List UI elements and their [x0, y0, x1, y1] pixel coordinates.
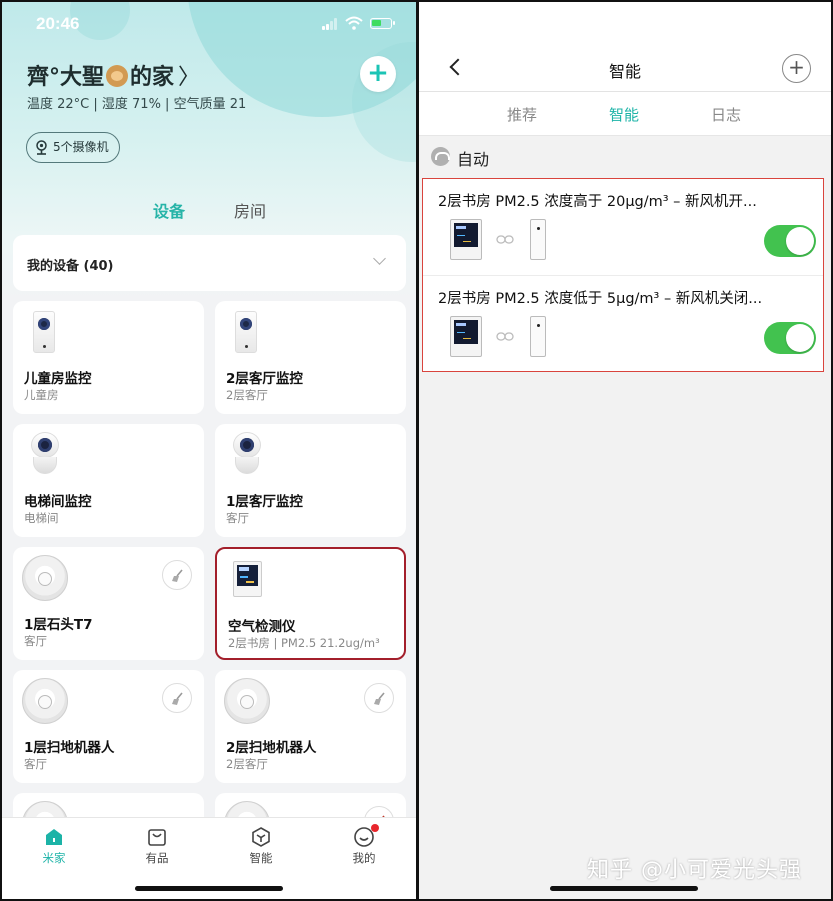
device-room: 儿童房: [24, 388, 59, 402]
battery-icon: [370, 18, 395, 29]
tab-smart[interactable]: 智能: [609, 104, 639, 125]
tab-log[interactable]: 日志: [711, 104, 741, 125]
air-monitor-icon: [450, 219, 482, 260]
link-icon: [496, 235, 514, 244]
camera-cube-icon: [235, 311, 257, 353]
device-name: 2层扫地机器人: [226, 740, 317, 756]
device-name: 2层客厅监控: [226, 371, 303, 387]
automation-title: 2层书房 PM2.5 浓度高于 20µg/m³ – 新风机开...: [438, 194, 757, 210]
air-monitor-icon: [450, 316, 482, 357]
device-card-1f-vacuum[interactable]: 1层扫地机器人 客厅: [13, 670, 204, 783]
device-card-2f-living-camera[interactable]: 2层客厅监控 2层客厅: [215, 301, 406, 414]
device-card-2f-vacuum[interactable]: 2层扫地机器人 2层客厅: [215, 670, 406, 783]
sweep-button[interactable]: [364, 683, 394, 713]
wifi-icon: [345, 16, 363, 30]
robot-vacuum-icon: [224, 678, 270, 724]
tab-label: 智能: [249, 851, 273, 865]
device-name: 电梯间监控: [24, 494, 92, 510]
automation-toggle[interactable]: [764, 322, 816, 354]
smart-automation-screen: 智能 + 推荐 智能 日志 自动 2层书房 PM2.5 浓度高于 20µg/m³…: [419, 2, 831, 899]
shop-bag-icon: [148, 829, 166, 846]
home-switcher[interactable]: 齊°大聖 的家〉: [27, 59, 200, 91]
tab-rooms[interactable]: 房间: [234, 198, 266, 222]
tab-devices[interactable]: 设备: [153, 198, 185, 222]
device-name: 空气检测仪: [228, 619, 296, 635]
status-time: 20:46: [36, 14, 80, 33]
home-name: 齊°大聖: [27, 65, 105, 90]
tab-smart[interactable]: 智能: [231, 826, 291, 866]
device-card-elevator-camera[interactable]: 电梯间监控 电梯间: [13, 424, 204, 537]
camera-chip-label: 5个摄像机: [53, 140, 109, 154]
environment-summary: 温度 22°C | 湿度 71% | 空气质量 21: [27, 97, 247, 112]
sweep-icon: [374, 692, 385, 705]
tab-label: 有品: [145, 851, 169, 865]
link-icon: [496, 332, 514, 341]
cube-icon: [252, 827, 270, 847]
my-devices-label: 我的设备 (40): [27, 259, 114, 274]
status-bar: 20:46: [2, 12, 416, 36]
home-indicator[interactable]: [135, 886, 283, 891]
device-card-roborock-t7[interactable]: 1层石头T7 客厅: [13, 547, 204, 660]
device-name: 1层扫地机器人: [24, 740, 115, 756]
camera-ptz-icon: [30, 432, 60, 474]
device-name: 1层石头T7: [24, 617, 93, 633]
robot-vacuum-icon: [22, 678, 68, 724]
device-card-air-monitor[interactable]: 空气检测仪 2层书房 | PM2.5 21.2ug/m³: [215, 547, 406, 660]
air-monitor-icon: [233, 561, 262, 597]
mi-home-screen: 20:46 齊°大聖 的家〉 温度 22°C | 湿度 71% | 空气质量 21…: [2, 2, 416, 899]
fresh-air-unit-icon: [530, 219, 546, 260]
sweep-icon: [172, 569, 183, 582]
camera-cube-icon: [33, 311, 55, 353]
camera-shortcut-chip[interactable]: 5个摄像机: [26, 132, 120, 163]
smart-tabs: 推荐 智能 日志: [419, 92, 831, 136]
device-name: 1层客厅监控: [226, 494, 303, 510]
camera-ptz-icon: [232, 432, 262, 474]
camera-icon: [36, 140, 47, 155]
sweep-icon: [172, 692, 183, 705]
navigation-bar: 智能 +: [419, 2, 831, 92]
page-title: 智能: [608, 62, 641, 81]
tab-label: 米家: [42, 851, 66, 865]
device-room: 客厅: [24, 757, 47, 771]
watermark: 知乎 @小可爱光头强: [587, 858, 802, 883]
device-room: 客厅: [226, 511, 249, 525]
cellular-signal-icon: [322, 18, 338, 30]
automation-title: 2层书房 PM2.5 浓度低于 5µg/m³ – 新风机关闭...: [438, 291, 763, 307]
device-room: 客厅: [24, 634, 47, 648]
add-device-button[interactable]: +: [360, 56, 396, 92]
section-title: 自动: [457, 150, 490, 169]
chevron-right-icon: 〉: [178, 65, 201, 90]
device-card-kids-room-camera[interactable]: 儿童房监控 儿童房: [13, 301, 204, 414]
tab-profile[interactable]: 我的: [334, 824, 394, 866]
monkey-emoji-icon: [106, 65, 129, 87]
sweep-button[interactable]: [162, 560, 192, 590]
tab-label: 我的: [352, 851, 376, 865]
tab-youpin[interactable]: 有品: [127, 826, 187, 866]
chevron-down-icon: [373, 252, 386, 265]
device-room: 电梯间: [24, 511, 59, 525]
notification-badge: [371, 824, 379, 832]
automation-toggle[interactable]: [764, 225, 816, 257]
device-room: 2层客厅: [226, 757, 268, 771]
automation-item[interactable]: 2层书房 PM2.5 浓度高于 20µg/m³ – 新风机开...: [423, 179, 823, 275]
home-icon: [46, 829, 62, 845]
fresh-air-unit-icon: [530, 316, 546, 357]
tab-mijia[interactable]: 米家: [24, 826, 84, 866]
automation-icon: [431, 147, 450, 166]
device-room: 2层书房 | PM2.5 21.2ug/m³: [228, 636, 380, 650]
automation-list: 2层书房 PM2.5 浓度高于 20µg/m³ – 新风机开... 2层书房 P…: [422, 178, 824, 372]
robot-vacuum-icon: [22, 555, 68, 601]
home-name-suffix: 的家: [130, 65, 175, 90]
my-devices-dropdown[interactable]: 我的设备 (40): [13, 235, 406, 291]
sweep-button[interactable]: [162, 683, 192, 713]
device-card-1f-living-camera[interactable]: 1层客厅监控 客厅: [215, 424, 406, 537]
device-name: 儿童房监控: [24, 371, 92, 387]
device-room: 2层客厅: [226, 388, 268, 402]
add-automation-button[interactable]: +: [782, 54, 811, 83]
automation-item[interactable]: 2层书房 PM2.5 浓度低于 5µg/m³ – 新风机关闭...: [423, 275, 823, 371]
tab-recommended[interactable]: 推荐: [507, 104, 537, 125]
home-indicator[interactable]: [550, 886, 698, 891]
